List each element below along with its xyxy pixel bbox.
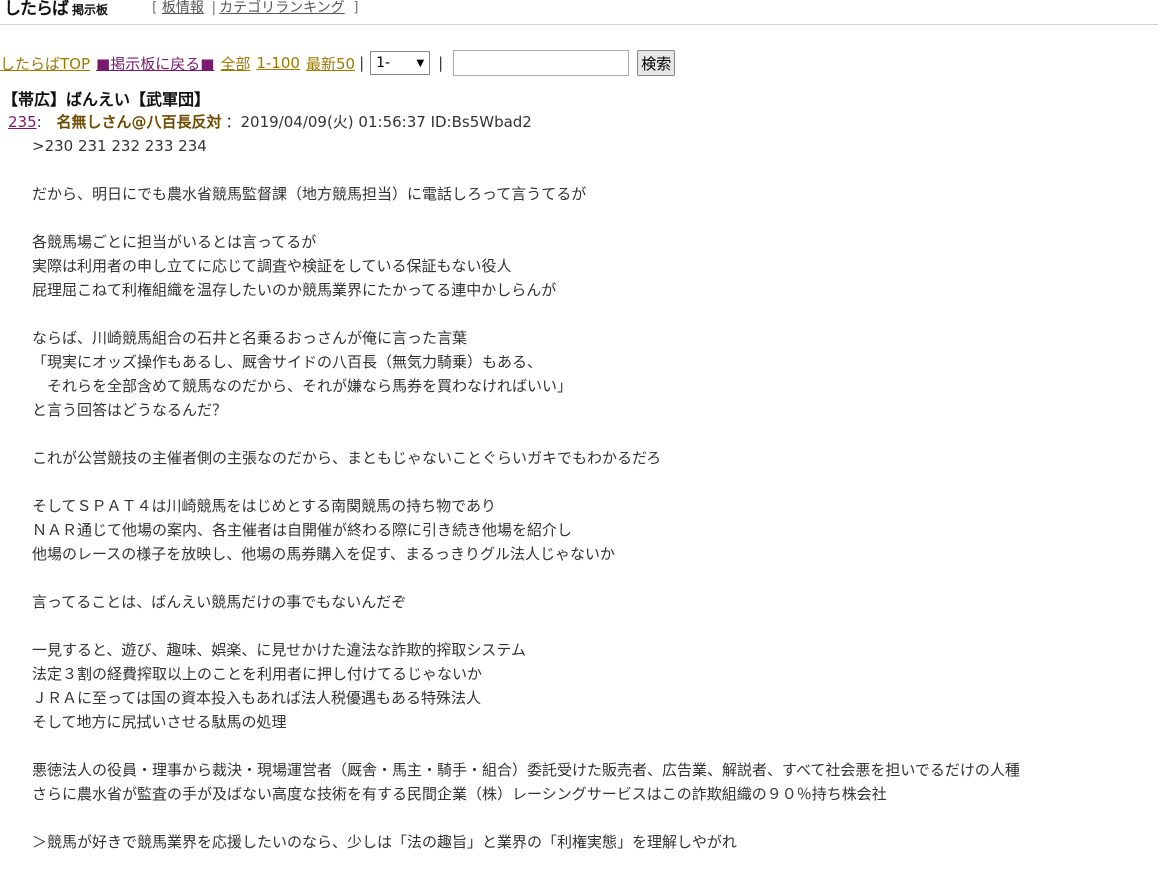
post-line: さらに農水省が監査の手が及ばない高度な技術を有する民間企業（株）レーシングサービ…	[32, 785, 887, 803]
post-line	[32, 302, 1152, 326]
top-nav: [ 板情報 | カテゴリランキング ]	[152, 0, 359, 16]
bracket-close: ]	[353, 0, 359, 16]
post-line	[32, 806, 1152, 830]
site-logo[interactable]: したらば 掲示板	[4, 0, 108, 18]
nav-separator: |	[359, 54, 365, 72]
logo-text: したらば	[4, 0, 69, 19]
post-line	[32, 734, 1152, 758]
post-number-colon: :	[36, 113, 42, 131]
post-line: 実際は利用者の申し立てに応じて調査や検証をしている保証もない役人	[32, 257, 512, 275]
post-line	[32, 158, 1152, 182]
post-line: それらを全部含めて競馬なのだから、それが嫌なら馬券を買わなければいい」	[32, 377, 573, 395]
range-select-value: 1-	[376, 55, 391, 71]
bracket-open: [	[152, 0, 158, 16]
latest-50-link[interactable]: 最新50	[306, 53, 355, 74]
poster-name: 名無しさん@八百長反対	[56, 113, 222, 131]
post-meta: ：2019/04/09(火) 01:56:37 ID:Bs5Wbad2	[225, 113, 532, 131]
shitaraba-top-link[interactable]: したらばTOP	[0, 53, 90, 74]
back-to-board-link[interactable]: ■掲示板に戻る■	[96, 53, 214, 74]
post-line: 一見すると、遊び、趣味、娯楽、に見せかけた違法な詐欺的搾取システム	[32, 641, 526, 659]
post-line	[32, 422, 1152, 446]
range-select[interactable]: 1- ▼	[370, 51, 431, 75]
board-info-link[interactable]: 板情報	[162, 0, 204, 16]
post-header: 235: 名無しさん@八百長反対 ：2019/04/09(火) 01:56:37 …	[6, 111, 532, 132]
post-line: だから、明日にでも農水省競馬監督課（地方競馬担当）に電話しろって言うてるが	[32, 185, 587, 203]
post-line: 法定３割の経費搾取以上のことを利用者に押し付けてるじゃないか	[32, 665, 483, 683]
thread-title: 【帯広】ばんえい【武軍団】	[2, 90, 211, 109]
post-line: ＞競馬が好きで競馬業界を応援したいのなら、少しは「法の趣旨」と業界の「利権実態」…	[32, 833, 737, 851]
post-line	[32, 470, 1152, 494]
post-line: これが公営競技の主催者側の主張なのだから、まともじゃないことぐらいガキでもわかる…	[32, 449, 662, 467]
search-button[interactable]: 検索	[637, 50, 676, 76]
search-input[interactable]	[453, 50, 630, 76]
post-line: ならば、川崎競馬組合の石井と名乗るおっさんが俺に言った言葉	[32, 329, 468, 347]
chevron-down-icon: ▼	[416, 57, 425, 69]
all-posts-link[interactable]: 全部	[220, 53, 250, 74]
post-line: と言う回答はどうなるんだ？	[32, 401, 228, 419]
post-line: 他場のレースの様子を放映し、他場の馬券購入を促す、まるっきりグル法人じゃないか	[32, 545, 616, 563]
logo-subtext: 掲示板	[72, 3, 109, 17]
post-line: 悪徳法人の役員・理事から裁決・現場運営者（厩舎・馬主・騎手・組合）委託受けた販売…	[32, 761, 1020, 779]
post-line: ＮＡＲ通じて他場の案内、各主催者は自開催が終わる際に引き続き他場を紹介し	[32, 521, 573, 539]
post-line	[32, 614, 1152, 638]
post-body: >230 231 232 233 234 だから、明日にでも農水省競馬監督課（地方…	[32, 134, 1152, 854]
post-line: そしてＳＰＡＴ４は川崎競馬をはじめとする南関競馬の持ち物であり	[32, 497, 496, 515]
post-line: そして地方に尻拭いさせる駄馬の処理	[32, 713, 287, 731]
category-ranking-link[interactable]: カテゴリランキング	[219, 0, 345, 16]
nav-separator: |	[438, 54, 444, 72]
thread-nav: したらばTOP ■掲示板に戻る■ 全部 1-100 最新50 | 1- ▼ | …	[0, 50, 676, 76]
post-line	[32, 566, 1152, 590]
post-line: 各競馬場ごとに担当がいるとは言ってるが	[32, 233, 317, 251]
post-line: 屁理屈こねて利権組織を温存したいのか競馬業界にたかってる連中かしらんが	[32, 281, 557, 299]
post-line: 言ってることは、ばんえい競馬だけの事でもないんだぞ	[32, 593, 407, 611]
top-bar: したらば 掲示板 [ 板情報 | カテゴリランキング ]	[0, 0, 1158, 25]
post-line: 「現実にオッズ操作もあるし、厩舎サイドの八百長（無気力騎乗）もある、	[32, 353, 543, 371]
post-line	[32, 206, 1152, 230]
post-line: ＪＲＡに至っては国の資本投入もあれば法人税優遇もある特殊法人	[32, 689, 481, 707]
range-1-100-link[interactable]: 1-100	[256, 54, 300, 72]
nav-separator: |	[211, 0, 217, 16]
post-number-link[interactable]: 235	[8, 113, 37, 131]
post-line: >230 231 232 233 234	[32, 137, 207, 155]
